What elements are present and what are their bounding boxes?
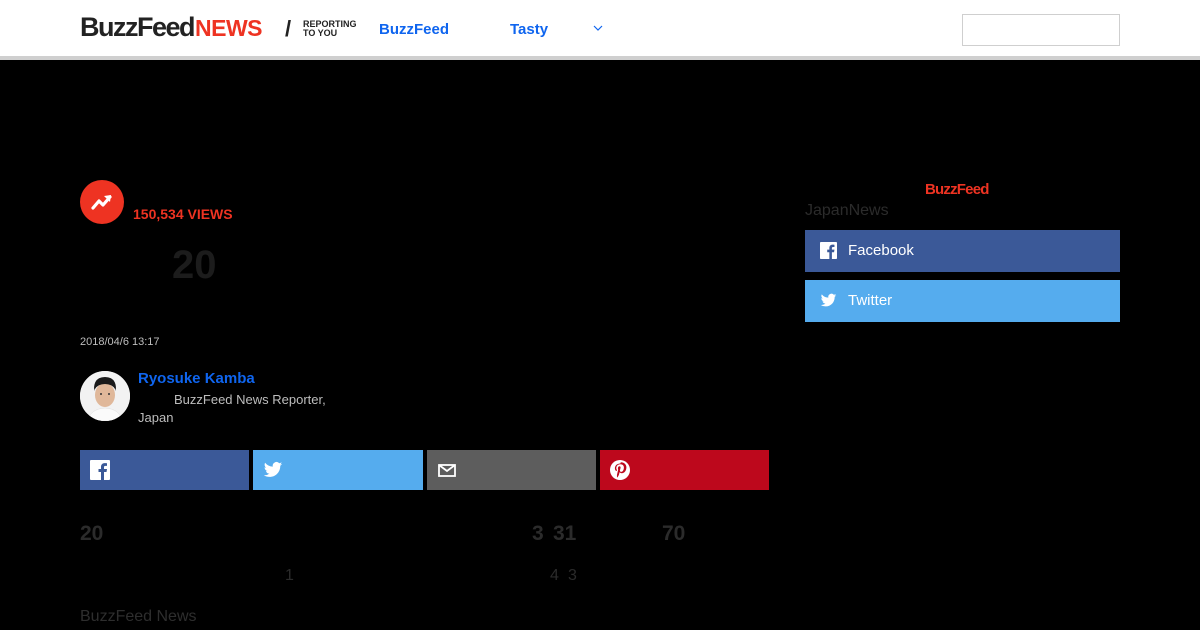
site-header: BuzzFeed NEWS / REPORTING TO YOU BuzzFee… — [0, 0, 1200, 60]
share-twitter-button[interactable] — [253, 450, 423, 490]
facebook-icon — [90, 460, 110, 480]
sidebar-label: JapanNews — [805, 202, 889, 219]
twitter-icon — [263, 462, 283, 477]
body-fragment: 3 — [532, 522, 544, 545]
follow-facebook-label: Facebook — [848, 242, 914, 259]
body-brand-text: BuzzFeed News — [80, 608, 197, 625]
follow-twitter-label: Twitter — [848, 292, 893, 309]
body-fragment: 4 — [550, 567, 559, 584]
author-region: Japan — [138, 410, 174, 425]
logo-divider: / — [285, 16, 292, 41]
body-fragment: 3 — [568, 567, 577, 584]
logo-tagline-line2: TO YOU — [303, 28, 338, 38]
body-fragment: 70 — [662, 522, 686, 545]
logo-news: NEWS — [195, 15, 263, 41]
follow-twitter-button[interactable]: Twitter — [805, 280, 1120, 322]
facebook-icon — [820, 242, 837, 259]
share-email-button[interactable] — [427, 450, 596, 490]
nav-tasty[interactable]: Tasty — [510, 21, 548, 38]
author-name-link[interactable]: Ryosuke Kamba — [138, 370, 255, 387]
body-fragment: 20 — [80, 522, 104, 545]
buzzfeed-news-logo[interactable]: BuzzFeed NEWS / REPORTING TO YOU — [80, 12, 357, 42]
chevron-down-icon[interactable] — [592, 20, 604, 36]
headline-number: 20 — [172, 243, 217, 287]
follow-facebook-button[interactable]: Facebook — [805, 230, 1120, 272]
share-facebook-button[interactable] — [80, 450, 249, 490]
logo-wordmark: BuzzFeed — [80, 12, 196, 42]
search-input[interactable] — [962, 14, 1120, 46]
author-role: BuzzFeed News Reporter, — [174, 392, 326, 407]
trending-icon — [80, 180, 124, 224]
share-pinterest-button[interactable] — [600, 450, 769, 490]
nav-buzzfeed[interactable]: BuzzFeed — [379, 21, 449, 38]
body-fragment: 31 — [553, 522, 577, 545]
twitter-icon — [820, 293, 837, 307]
body-fragment: 1 — [285, 567, 294, 584]
pinterest-icon — [610, 460, 630, 480]
view-count: 150,534 VIEWS — [133, 206, 233, 222]
author-avatar[interactable] — [80, 371, 130, 421]
mail-icon — [438, 464, 456, 477]
sidebar-buzzfeed-logo: BuzzFeed — [925, 181, 989, 198]
publish-date: 2018/04/6 13:17 — [80, 336, 160, 348]
logo-tagline: REPORTING TO YOU — [303, 20, 363, 38]
